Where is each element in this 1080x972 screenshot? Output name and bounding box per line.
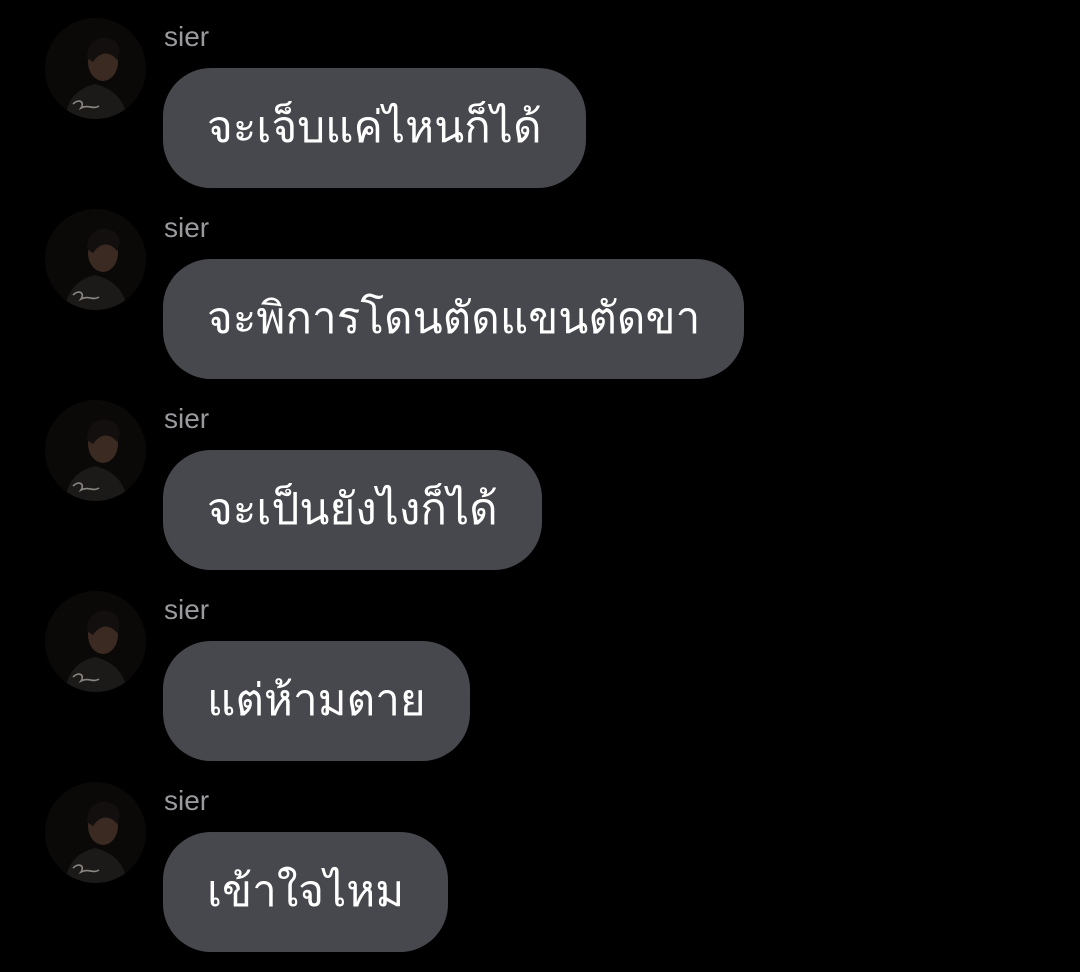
sender-name: sier (164, 785, 210, 816)
avatar-photo-icon (45, 591, 146, 692)
sender-name: sier (164, 594, 210, 625)
message-row: sier จะเป็นยังไงก็ได้ (0, 382, 1080, 573)
sender-avatar[interactable] (45, 209, 146, 310)
message-bubble[interactable]: จะพิการโดนตัดแขนตัดขา (163, 259, 745, 379)
chat-thread: sier จะเจ็บแค่ไหนก็ได้ sier จะพิการโดนตั… (0, 0, 1080, 972)
avatar-photo-icon (45, 400, 146, 501)
sender-avatar[interactable] (45, 400, 146, 501)
avatar-photo-icon (45, 18, 146, 119)
message-bubble[interactable]: จะเป็นยังไงก็ได้ (163, 450, 542, 570)
message-row: sier แต่ห้ามตาย (0, 573, 1080, 764)
message-bubble[interactable]: แต่ห้ามตาย (163, 641, 470, 761)
sender-name: sier (164, 212, 210, 243)
sender-name: sier (164, 21, 210, 52)
sender-avatar[interactable] (45, 18, 146, 119)
avatar-photo-icon (45, 209, 146, 310)
message-row: sier เข้าใจไหม (0, 764, 1080, 955)
avatar-photo-icon (45, 782, 146, 883)
message-row: sier จะพิการโดนตัดแขนตัดขา (0, 191, 1080, 382)
message-row: sier จะเจ็บแค่ไหนก็ได้ (0, 0, 1080, 191)
sender-name: sier (164, 403, 210, 434)
sender-avatar[interactable] (45, 591, 146, 692)
sender-avatar[interactable] (45, 782, 146, 883)
message-bubble[interactable]: เข้าใจไหม (163, 832, 449, 952)
message-bubble[interactable]: จะเจ็บแค่ไหนก็ได้ (163, 68, 586, 188)
